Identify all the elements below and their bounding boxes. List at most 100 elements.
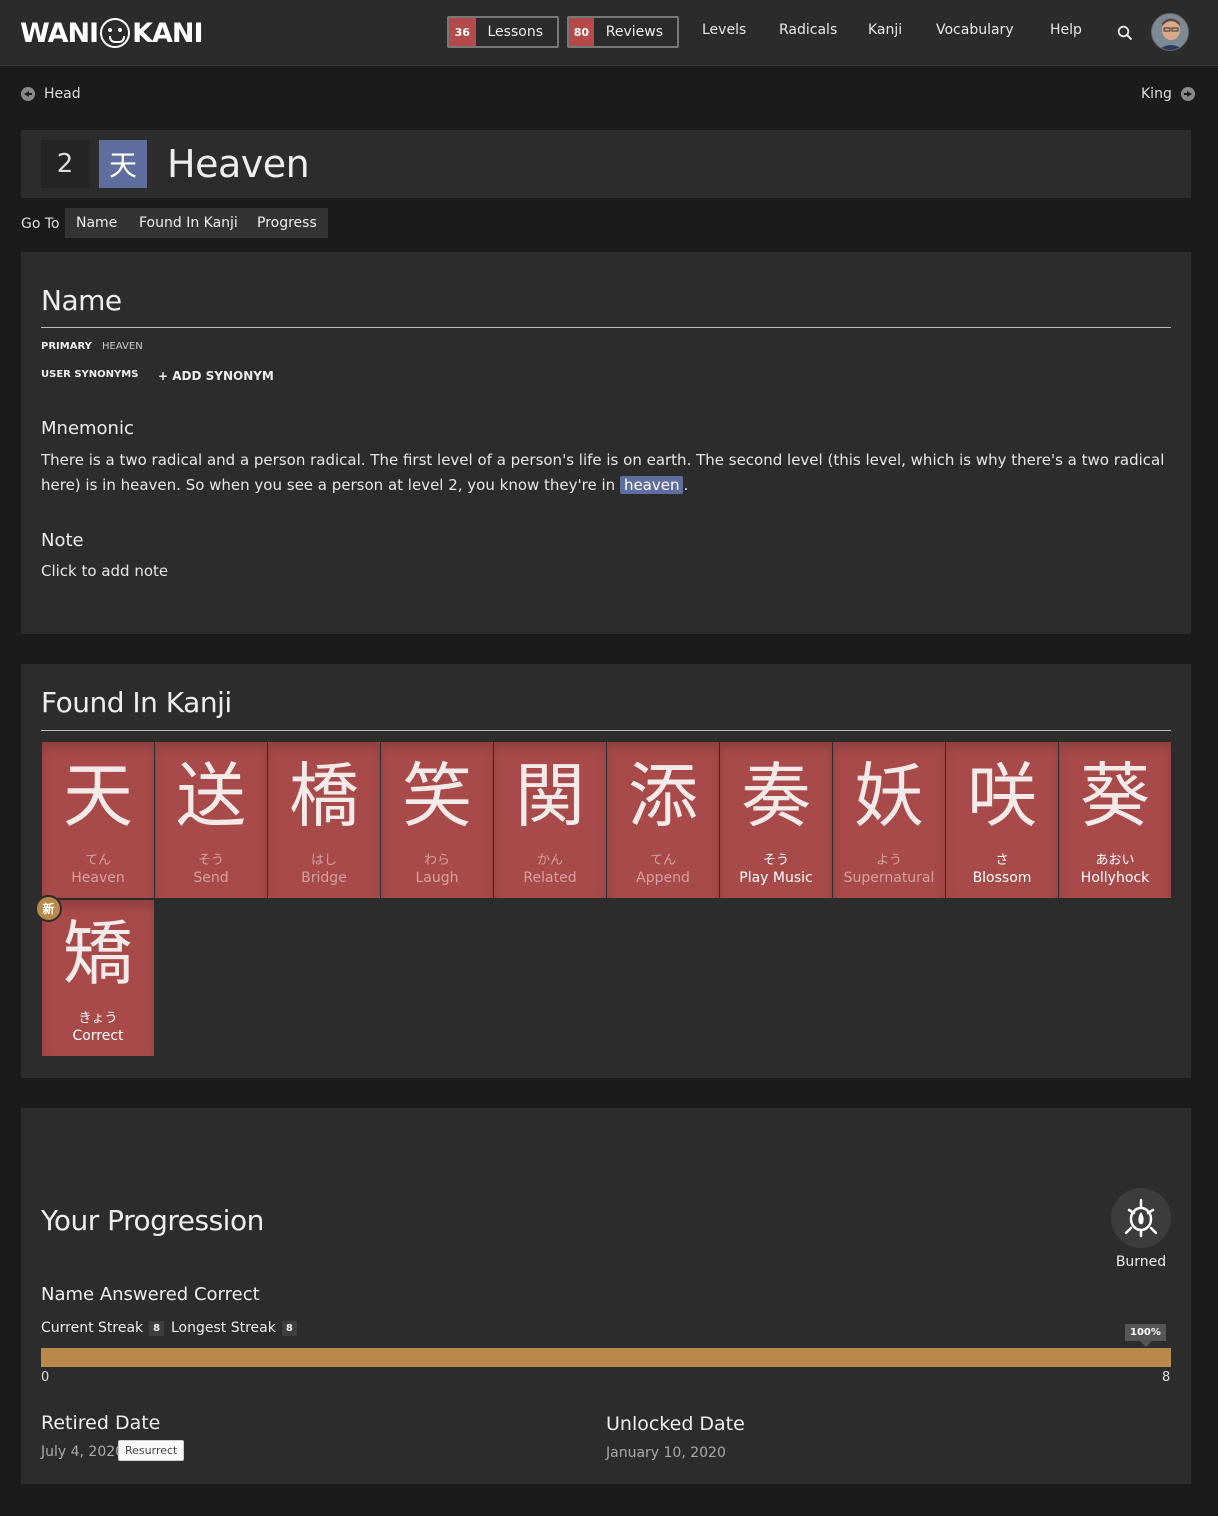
arrow-left-icon	[21, 87, 35, 101]
add-synonym-button[interactable]: + ADD SYNONYM	[158, 369, 274, 383]
progress-bar	[41, 1348, 1171, 1367]
kanji-card[interactable]: 笑わら Laugh	[381, 742, 493, 898]
kanji-meaning: Heaven	[71, 870, 125, 886]
kanji-character: 天	[63, 755, 133, 837]
found-in-kanji-title: Found In Kanji	[41, 686, 232, 719]
kanji-meaning: Play Music	[739, 870, 813, 886]
progress-max: 8	[1162, 1370, 1171, 1385]
mnemonic-text-part: There is a two radical and a person radi…	[41, 451, 1165, 494]
kanji-meaning: Blossom	[972, 870, 1032, 886]
kanji-character: 矯	[63, 913, 133, 995]
kanji-character: 妖	[854, 755, 924, 837]
name-section-title: Name	[41, 284, 122, 317]
srs-stage-label: Burned	[1115, 1254, 1167, 1270]
avatar[interactable]	[1151, 13, 1189, 51]
kanji-card[interactable]: 奏そう Play Music	[720, 742, 832, 898]
kanji-meaning: Correct	[72, 1028, 124, 1044]
logo-text-right: KANI	[132, 17, 203, 49]
next-radical-label: King	[1141, 86, 1172, 102]
subject-header: 2 天 Heaven	[21, 130, 1191, 198]
search-icon[interactable]	[1117, 25, 1133, 41]
longest-streak-label: Longest Streak	[171, 1320, 276, 1336]
nav-radicals[interactable]: Radicals	[779, 22, 837, 38]
kanji-character: 橋	[289, 755, 359, 837]
unlocked-date-value: January 10, 2020	[606, 1445, 726, 1461]
lessons-label: Lessons	[487, 24, 544, 40]
kanji-reading: はし	[310, 853, 337, 868]
nav-kanji[interactable]: Kanji	[868, 22, 902, 38]
lessons-button[interactable]: 36 Lessons	[447, 16, 559, 48]
logo-text-left: WANI	[20, 17, 99, 49]
kanji-meaning: Laugh	[415, 870, 459, 886]
kanji-reading: てん	[84, 853, 111, 868]
kanji-reading: わら	[423, 853, 450, 868]
answered-correct-title: Name Answered Correct	[41, 1284, 260, 1305]
mnemonic-text-end: .	[683, 476, 689, 494]
mnemonic-text: There is a two radical and a person radi…	[41, 448, 1171, 498]
divider	[41, 730, 1171, 731]
progression-section: Your Progression Burned Name Answered Co…	[21, 1108, 1191, 1484]
current-streak: Current Streak 8	[41, 1320, 165, 1336]
radical-character: 天	[99, 140, 147, 188]
kanji-card[interactable]: 関かん Related	[494, 742, 606, 898]
goto-found-in-kanji-button[interactable]: Found In Kanji	[128, 208, 249, 238]
kanji-character: 関	[515, 755, 585, 837]
kanji-card[interactable]: 葵あおい Hollyhock	[1059, 742, 1171, 898]
kanji-card[interactable]: 橋はし Bridge	[268, 742, 380, 898]
kanji-card[interactable]: 咲さ Blossom	[946, 742, 1058, 898]
crabigator-icon	[100, 18, 131, 48]
reviews-button[interactable]: 80 Reviews	[567, 16, 679, 48]
goto-name-button[interactable]: Name	[65, 208, 129, 238]
burned-srs-icon	[1111, 1188, 1171, 1248]
next-radical-link[interactable]: King	[1141, 86, 1195, 102]
primary-value: HEAVEN	[102, 341, 143, 352]
retired-date-title: Retired Date	[41, 1412, 161, 1434]
kanji-card[interactable]: 妖よう Supernatural	[833, 742, 945, 898]
kanji-meaning: Bridge	[301, 870, 347, 886]
wanikani-logo[interactable]: WANI KANI	[20, 14, 204, 52]
kanji-character: 奏	[741, 755, 811, 837]
goto-progress-button[interactable]: Progress	[246, 208, 328, 238]
nav-help[interactable]: Help	[1050, 22, 1082, 38]
nav-vocabulary[interactable]: Vocabulary	[936, 22, 1014, 38]
kanji-reading: よう	[875, 853, 902, 868]
kanji-reading: そう	[197, 853, 224, 868]
nav-levels[interactable]: Levels	[702, 22, 746, 38]
kanji-character: 送	[176, 755, 246, 837]
prev-radical-link[interactable]: Head	[21, 86, 81, 102]
longest-streak: Longest Streak 8	[171, 1320, 297, 1336]
primary-label: PRIMARY	[41, 341, 92, 352]
kanji-card[interactable]: 天てん Heaven	[42, 742, 154, 898]
radical-highlight: heaven	[619, 476, 684, 494]
user-synonyms-label: USER SYNONYMS	[41, 369, 139, 380]
goto-label: Go To	[21, 216, 60, 232]
progress-bar-fill	[41, 1348, 1171, 1367]
kanji-meaning: Supernatural	[843, 870, 935, 886]
level-badge[interactable]: 2	[41, 140, 89, 188]
page-title: Heaven	[167, 142, 310, 186]
current-streak-badge: 8	[149, 1320, 165, 1336]
resurrect-button[interactable]: Resurrect	[118, 1440, 185, 1461]
progression-title: Your Progression	[41, 1204, 264, 1237]
new-badge: 新	[35, 895, 62, 922]
reviews-count-badge: 80	[569, 18, 594, 46]
kanji-reading: そう	[762, 853, 789, 868]
divider	[41, 327, 1171, 328]
current-streak-label: Current Streak	[41, 1320, 144, 1336]
unlocked-date-title: Unlocked Date	[606, 1413, 745, 1435]
kanji-meaning: Hollyhock	[1080, 870, 1150, 886]
kanji-card[interactable]: 矯きょう Correct	[42, 900, 154, 1056]
retired-date-value: July 4, 2020	[41, 1444, 125, 1460]
longest-streak-badge: 8	[281, 1320, 297, 1336]
kanji-reading: さ	[995, 853, 1009, 868]
kanji-meaning: Append	[636, 870, 690, 886]
note-title: Note	[41, 530, 84, 551]
prev-radical-label: Head	[44, 86, 81, 102]
kanji-card[interactable]: 送そう Send	[155, 742, 267, 898]
mnemonic-title: Mnemonic	[41, 418, 134, 439]
note-input[interactable]: Click to add note	[41, 559, 168, 584]
kanji-character: 笑	[402, 755, 472, 837]
kanji-meaning: Send	[193, 870, 229, 886]
kanji-card[interactable]: 添てん Append	[607, 742, 719, 898]
kanji-reading: あおい	[1095, 853, 1135, 868]
